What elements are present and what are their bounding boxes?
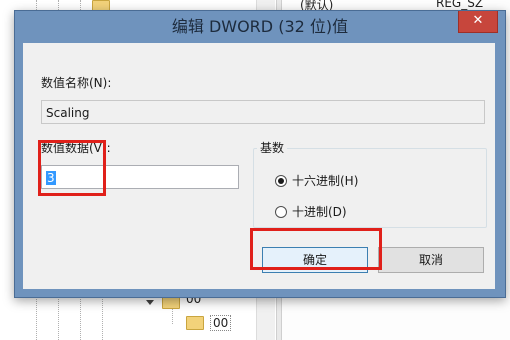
tree-item-label[interactable]: 00 [210,315,232,331]
radio-dec-button[interactable] [275,205,287,218]
close-button[interactable]: ✕ [458,11,498,33]
dialog-title: 编辑 DWORD (32 位)值 [171,17,349,36]
value-name-text: Scaling [46,106,90,120]
value-name-label: 数值名称(N): [41,76,112,90]
radio-dec-label[interactable]: 十进制(D) [292,203,347,220]
radio-dec[interactable]: 十进制(D) [275,203,347,220]
radio-hex-label[interactable]: 十六进制(H) [292,172,358,189]
base-label: 基数 [257,139,288,156]
value-name-field[interactable]: Scaling [41,100,485,124]
expand-arrow-icon[interactable] [146,300,154,305]
folder-icon [186,316,204,330]
ok-button-highlight [250,228,382,270]
cancel-button[interactable]: 取消 [378,247,484,273]
list-item-type: REG_SZ [436,0,484,10]
radio-hex[interactable]: 十六进制(H) [275,172,358,189]
close-icon: ✕ [472,13,484,28]
value-data-highlight [38,140,106,196]
radio-hex-button[interactable] [275,174,287,187]
